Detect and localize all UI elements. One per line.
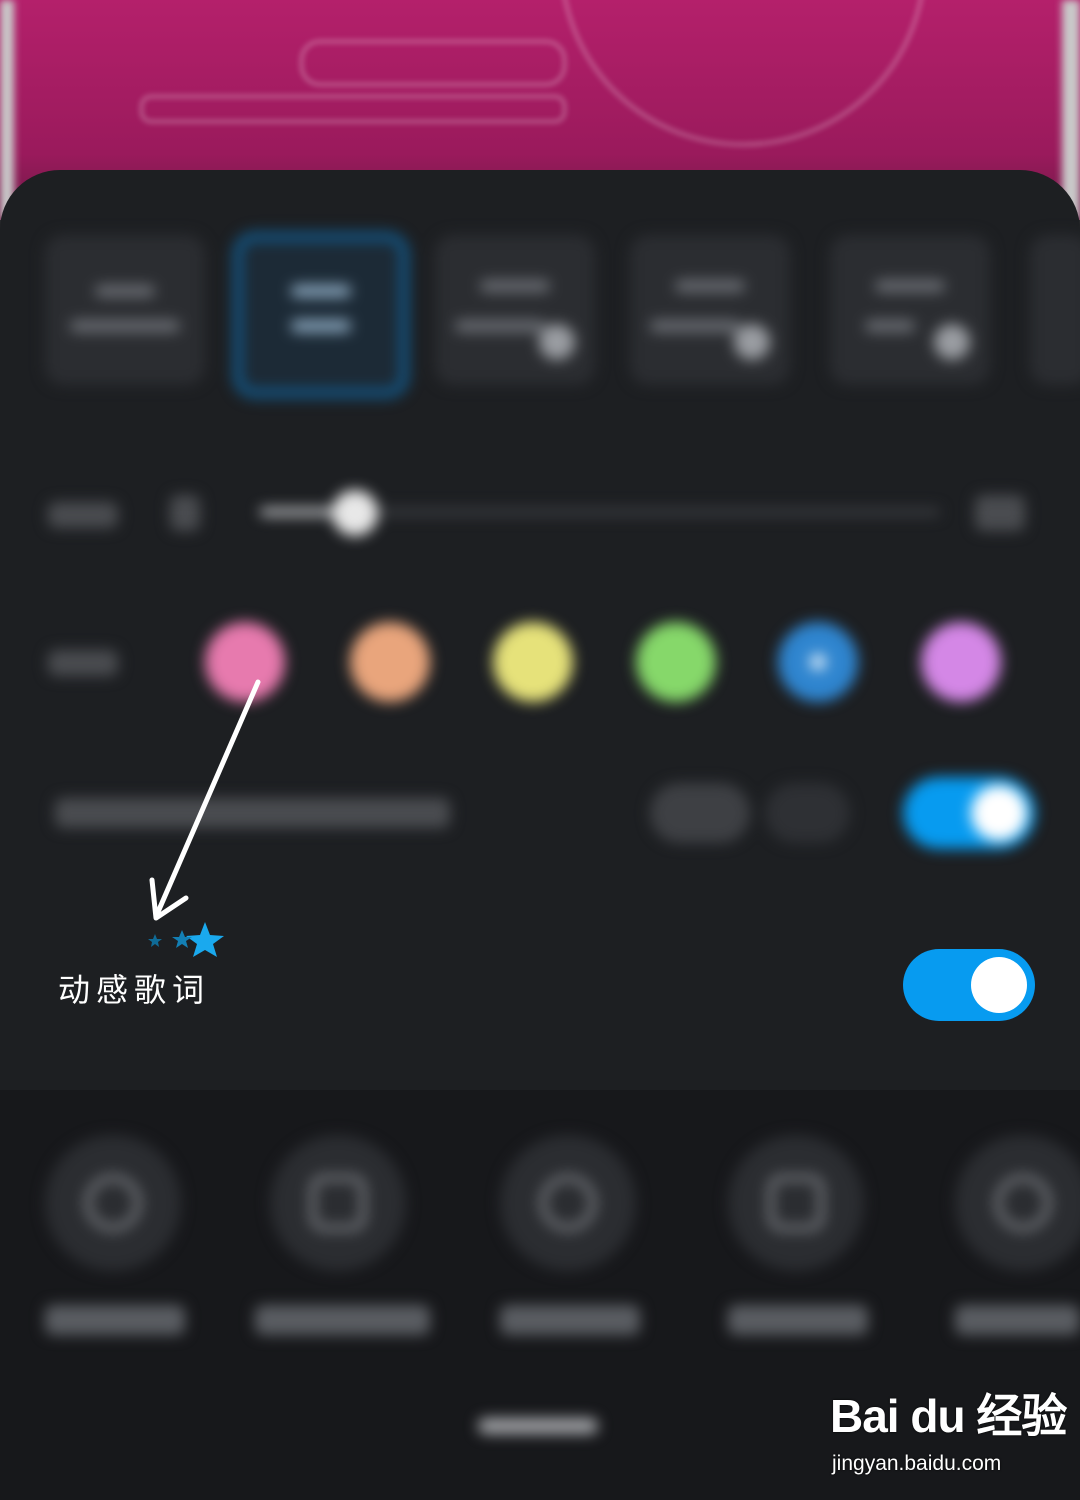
action-button[interactable] [500,1135,636,1271]
action-button[interactable] [45,1135,181,1271]
action-button[interactable] [270,1135,406,1271]
action-button[interactable] [955,1135,1080,1271]
home-indicator[interactable] [478,1418,598,1434]
baidu-jingyan-watermark: Bai du 经验 [830,1390,1067,1442]
action-button[interactable] [728,1135,864,1271]
watermark-url: jingyan.baidu.com [832,1452,1002,1475]
